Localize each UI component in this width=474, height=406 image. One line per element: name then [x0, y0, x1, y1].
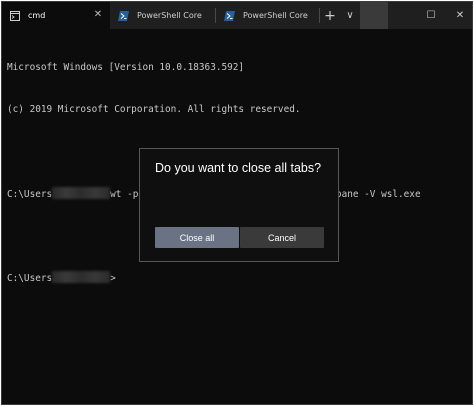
terminal-window: cmd ✕ PowerShell Core PowerShell Core + … — [1, 1, 473, 405]
tab-powershell-core-1[interactable]: PowerShell Core — [110, 2, 216, 29]
tab-label: PowerShell Core — [243, 11, 308, 20]
new-tab-button[interactable]: + — [320, 2, 340, 29]
redacted-username — [52, 271, 111, 283]
prompt-prefix: C:\Users — [7, 273, 53, 284]
tab-label: cmd — [28, 11, 46, 20]
tab-powershell-core-2[interactable]: PowerShell Core — [216, 2, 320, 29]
redacted-username — [52, 187, 111, 199]
prompt-suffix: > — [110, 273, 116, 284]
powershell-icon — [118, 10, 129, 21]
close-all-button[interactable]: Close all — [155, 227, 239, 248]
minimize-button[interactable] — [360, 2, 388, 29]
close-all-tabs-dialog: Do you want to close all tabs? Close all… — [139, 148, 339, 262]
tab-dropdown-button[interactable]: ∨ — [340, 2, 360, 29]
tab-strip: cmd ✕ PowerShell Core PowerShell Core + … — [2, 2, 472, 29]
cancel-button[interactable]: Cancel — [240, 227, 324, 248]
dialog-title: Do you want to close all tabs? — [155, 161, 322, 175]
terminal-prompt-line: C:\Users > — [7, 271, 469, 285]
powershell-icon — [224, 10, 235, 21]
terminal-line: (c) 2019 Microsoft Corporation. All righ… — [7, 104, 301, 115]
cmd-icon — [10, 10, 20, 21]
terminal-line: Microsoft Windows [Version 10.0.18363.59… — [7, 62, 245, 73]
prompt-prefix: C:\Users — [7, 189, 53, 200]
maximize-button[interactable]: ☐ — [418, 2, 444, 29]
tab-label: PowerShell Core — [137, 11, 202, 20]
close-window-button[interactable]: ✕ — [446, 2, 472, 29]
tab-close-icon[interactable]: ✕ — [92, 9, 104, 21]
tab-cmd[interactable]: cmd ✕ — [2, 2, 110, 29]
